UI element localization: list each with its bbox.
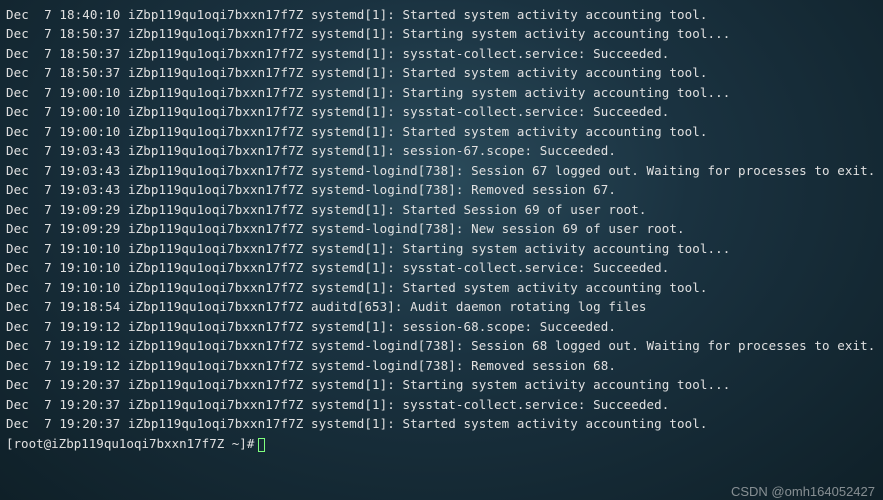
log-line: Dec 7 18:50:37 iZbp119qu1oqi7bxxn17f7Z s…	[6, 25, 877, 45]
cursor	[258, 438, 265, 452]
log-line: Dec 7 19:03:43 iZbp119qu1oqi7bxxn17f7Z s…	[6, 142, 877, 162]
log-line: Dec 7 19:18:54 iZbp119qu1oqi7bxxn17f7Z a…	[6, 298, 877, 318]
log-line: Dec 7 19:00:10 iZbp119qu1oqi7bxxn17f7Z s…	[6, 122, 877, 142]
log-line: Dec 7 19:10:10 iZbp119qu1oqi7bxxn17f7Z s…	[6, 239, 877, 259]
watermark: CSDN @omh164052427	[731, 485, 875, 498]
log-line: Dec 7 19:10:10 iZbp119qu1oqi7bxxn17f7Z s…	[6, 278, 877, 298]
log-line: Dec 7 19:00:10 iZbp119qu1oqi7bxxn17f7Z s…	[6, 83, 877, 103]
log-line: Dec 7 19:00:10 iZbp119qu1oqi7bxxn17f7Z s…	[6, 103, 877, 123]
shell-prompt: [root@iZbp119qu1oqi7bxxn17f7Z ~]#	[6, 438, 254, 451]
log-line: Dec 7 19:09:29 iZbp119qu1oqi7bxxn17f7Z s…	[6, 200, 877, 220]
log-line: Dec 7 19:19:12 iZbp119qu1oqi7bxxn17f7Z s…	[6, 317, 877, 337]
log-line: Dec 7 19:20:37 iZbp119qu1oqi7bxxn17f7Z s…	[6, 376, 877, 396]
log-line: Dec 7 19:09:29 iZbp119qu1oqi7bxxn17f7Z s…	[6, 220, 877, 240]
log-line: Dec 7 19:10:10 iZbp119qu1oqi7bxxn17f7Z s…	[6, 259, 877, 279]
log-line: Dec 7 19:03:43 iZbp119qu1oqi7bxxn17f7Z s…	[6, 161, 877, 181]
log-line: Dec 7 18:50:37 iZbp119qu1oqi7bxxn17f7Z s…	[6, 64, 877, 84]
log-line: Dec 7 19:03:43 iZbp119qu1oqi7bxxn17f7Z s…	[6, 181, 877, 201]
log-line: Dec 7 18:40:10 iZbp119qu1oqi7bxxn17f7Z s…	[6, 5, 877, 25]
terminal-output[interactable]: Dec 7 18:40:10 iZbp119qu1oqi7bxxn17f7Z s…	[6, 5, 877, 434]
log-line: Dec 7 18:50:37 iZbp119qu1oqi7bxxn17f7Z s…	[6, 44, 877, 64]
log-line: Dec 7 19:19:12 iZbp119qu1oqi7bxxn17f7Z s…	[6, 356, 877, 376]
log-line: Dec 7 19:20:37 iZbp119qu1oqi7bxxn17f7Z s…	[6, 415, 877, 435]
log-line: Dec 7 19:20:37 iZbp119qu1oqi7bxxn17f7Z s…	[6, 395, 877, 415]
shell-prompt-line[interactable]: [root@iZbp119qu1oqi7bxxn17f7Z ~]#	[6, 434, 877, 455]
log-line: Dec 7 19:19:12 iZbp119qu1oqi7bxxn17f7Z s…	[6, 337, 877, 357]
